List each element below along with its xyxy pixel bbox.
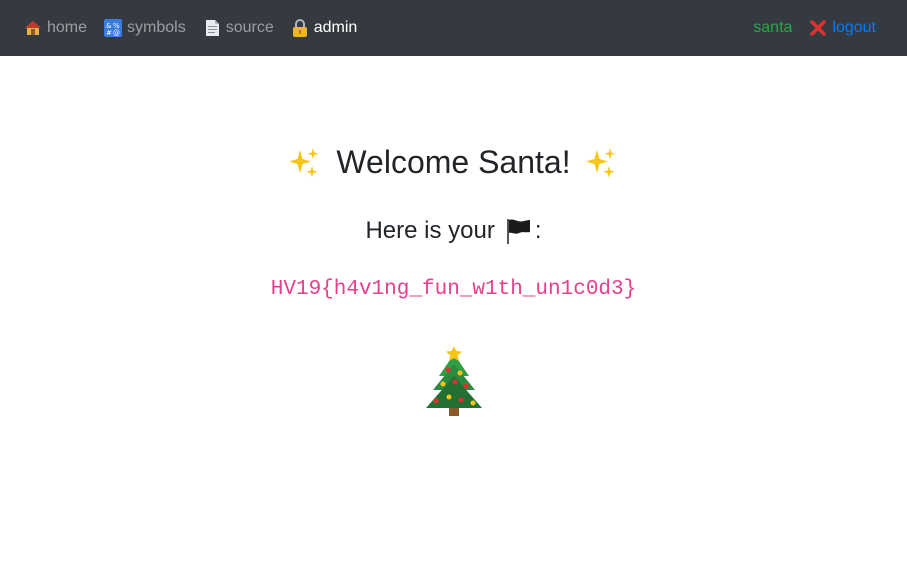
nav-link-label: source [225, 19, 274, 36]
navbar: home & % # @ symbols source admin santa … [0, 0, 907, 56]
nav-user-area: santa logout [753, 0, 876, 56]
flag-intro-text: Here is your [365, 217, 495, 244]
page-icon [203, 19, 221, 37]
welcome-heading: Welcome Santa! [336, 144, 571, 180]
svg-text:#: # [106, 29, 112, 37]
page-title: Welcome Santa! [0, 144, 907, 181]
nav-link-home[interactable]: home [24, 19, 87, 37]
nav-link-label: admin [313, 19, 358, 36]
nav-link-source[interactable]: source [203, 19, 274, 37]
lock-icon [291, 19, 309, 37]
sparkles-icon [585, 146, 619, 180]
nav-link-admin[interactable]: admin [291, 19, 358, 37]
flag-suffix: : [534, 217, 542, 244]
house-icon [24, 19, 42, 37]
username-label: santa [753, 19, 793, 36]
svg-text:@: @ [113, 29, 120, 37]
symbols-icon: & % # @ [104, 19, 123, 37]
nav-link-symbols[interactable]: & % # @ symbols [104, 19, 186, 37]
nav-links: home & % # @ symbols source admin [24, 0, 357, 56]
cross-mark-icon [809, 19, 827, 37]
black-flag-icon [503, 216, 533, 246]
flag-intro: Here is your : [0, 216, 907, 246]
flag-value: HV19{h4v1ng_fun_w1th_un1c0d3} [270, 278, 637, 301]
sparkles-icon [288, 146, 322, 180]
nav-link-label: home [47, 19, 88, 36]
nav-link-label: symbols [127, 19, 186, 36]
logout-label: logout [832, 19, 876, 36]
christmas-tree-icon [421, 346, 487, 418]
main-content: Welcome Santa! Here is your : HV19{h4v1n… [0, 56, 907, 573]
logout-button[interactable]: logout [809, 19, 876, 37]
